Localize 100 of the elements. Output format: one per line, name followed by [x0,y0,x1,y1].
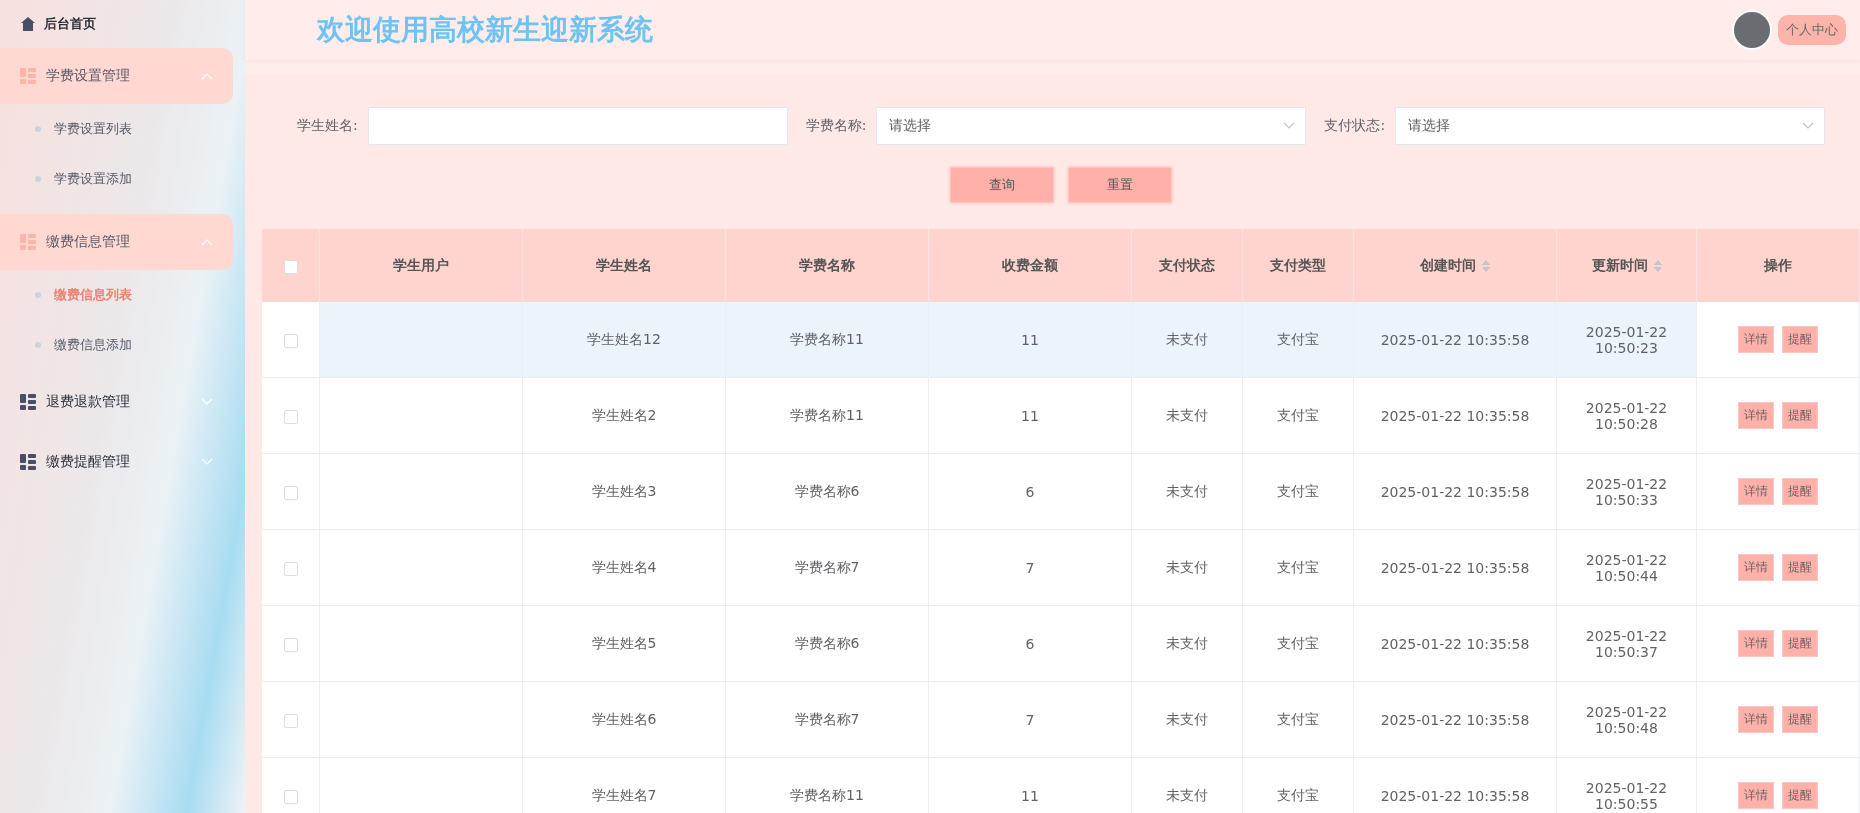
table-cell: 未支付 [1166,482,1208,499]
details-button[interactable]: 详情 [1738,402,1774,429]
search-button[interactable]: 查询 [950,167,1054,203]
reset-button[interactable]: 重置 [1068,167,1172,203]
table-cell: 学生姓名12 [587,330,661,347]
column-header: 学生姓名 [596,256,652,275]
table-cell: 2025-01-22 10:35:58 [1380,787,1530,804]
column-header: 支付状态 [1159,256,1215,275]
remind-button[interactable]: 提醒 [1782,782,1818,809]
table-cell: 支付宝 [1277,406,1319,423]
chevron-icon [201,238,213,246]
select-all-checkbox[interactable] [283,259,298,274]
table-cell: 7 [1025,711,1035,728]
grid-icon [20,394,36,410]
remind-button[interactable]: 提醒 [1782,630,1818,657]
bullet-icon [35,126,41,132]
bullet-icon [35,342,41,348]
field-label: 学费名称: [805,117,867,135]
table-row[interactable]: 学生姓名5 学费名称6 6 未支付 支付宝 2025-01-22 10:35:58 2025-01-22 10:50:37 详情 提醒 [262,605,1860,682]
home-icon [20,16,36,32]
table-row[interactable]: 学生姓名12 学费名称11 11 未支付 支付宝 2025-01-22 10:35:58 2025-01-22 10:50:23 详情 提醒 [262,302,1860,378]
profile-button[interactable]: 个人中心 [1778,15,1846,45]
submenu-item[interactable]: 学费设置添加 [54,170,132,188]
grid-icon [20,234,36,250]
table-cell: 学费名称7 [794,710,860,727]
table-cell: 学生姓名4 [591,558,657,575]
table-cell: 11 [1021,407,1039,424]
table-cell: 学生姓名6 [591,710,657,727]
table-cell: 支付宝 [1277,634,1319,651]
remind-button[interactable]: 提醒 [1782,706,1818,733]
details-button[interactable]: 详情 [1738,782,1774,809]
menu-group[interactable]: 缴费提醒管理 [0,434,233,490]
column-header[interactable]: 更新时间 [1591,256,1648,275]
table-cell: 学费名称11 [790,330,864,347]
table-cell: 未支付 [1166,406,1208,423]
column-header[interactable]: 创建时间 [1420,256,1476,275]
name-input-field[interactable] [367,107,788,145]
column-header: 学费名称 [799,256,855,275]
table-cell: 2025-01-22 10:35:58 [1380,711,1530,728]
row-checkbox[interactable] [283,789,298,804]
table-cell: 支付宝 [1277,786,1319,803]
table-cell: 2025-01-22 10:50:44 [1585,551,1668,584]
details-button[interactable]: 详情 [1738,630,1774,657]
table-cell: 学生姓名7 [591,786,657,803]
row-checkbox[interactable] [283,713,298,728]
column-header: 支付类型 [1270,256,1326,275]
details-button[interactable]: 详情 [1738,706,1774,733]
select-field[interactable]: 请选择 [1395,107,1826,145]
chevron-down-icon [1802,122,1815,130]
chevron-icon [201,398,213,406]
remind-button[interactable]: 提醒 [1782,554,1818,581]
remind-button[interactable]: 提醒 [1782,402,1818,429]
table-cell: 2025-01-22 10:50:37 [1585,627,1668,660]
table-row[interactable]: 学生姓名4 学费名称7 7 未支付 支付宝 2025-01-22 10:35:58 2025-01-22 10:50:44 详情 提醒 [262,529,1860,606]
bullet-icon [35,292,41,298]
table-row[interactable]: 学生姓名7 学费名称11 11 未支付 支付宝 2025-01-22 10:35:58 2025-01-22 10:50:55 详情 提醒 [262,757,1860,813]
sort-icon [1653,259,1662,272]
row-checkbox[interactable] [283,409,298,424]
table-row[interactable]: 学生姓名3 学费名称6 6 未支付 支付宝 2025-01-22 10:35:58 2025-01-22 10:50:33 详情 提醒 [262,453,1860,530]
submenu-item[interactable]: 缴费信息添加 [54,336,132,354]
details-button[interactable]: 详情 [1738,554,1774,581]
grid-icon [20,68,36,84]
table-cell: 2025-01-22 10:35:58 [1380,407,1530,424]
table-cell: 未支付 [1166,558,1208,575]
table-cell: 未支付 [1166,330,1208,347]
row-checkbox[interactable] [283,637,298,652]
field-label: 支付状态: [1324,117,1386,135]
row-checkbox[interactable] [283,561,298,576]
select-field[interactable]: 请选择 [876,107,1307,145]
remind-button[interactable]: 提醒 [1782,478,1818,505]
home-menu-item[interactable]: 后台首页 [0,10,245,38]
table-cell: 11 [1021,331,1039,348]
column-header: 学生用户 [393,256,449,275]
row-checkbox[interactable] [283,333,298,348]
table-cell: 6 [1025,635,1035,652]
table-cell: 2025-01-22 10:35:58 [1380,559,1530,576]
menu-group[interactable]: 学费设置管理 [0,48,233,104]
menu-group[interactable]: 缴费信息管理 [0,214,233,270]
table-cell: 学费名称11 [790,786,864,803]
page-title: 欢迎使用高校新生迎新系统 [317,12,653,48]
table-cell: 支付宝 [1277,710,1319,727]
bullet-icon [35,176,41,182]
table-cell: 学生姓名5 [591,634,657,651]
table-cell: 6 [1025,483,1035,500]
submenu-item[interactable]: 学费设置列表 [54,120,132,138]
grid-icon [20,454,36,470]
menu-group[interactable]: 退费退款管理 [0,374,233,430]
column-header: 收费金额 [1002,256,1058,275]
row-checkbox[interactable] [283,485,298,500]
table-cell: 2025-01-22 10:35:58 [1380,331,1530,348]
table-cell: 学费名称7 [794,558,860,575]
table-cell: 2025-01-22 10:50:28 [1585,399,1668,432]
details-button[interactable]: 详情 [1738,326,1774,353]
details-button[interactable]: 详情 [1738,478,1774,505]
sort-icon [1482,259,1490,272]
table-row[interactable]: 学生姓名6 学费名称7 7 未支付 支付宝 2025-01-22 10:35:58 2025-01-22 10:50:48 详情 提醒 [262,681,1860,758]
table-cell: 2025-01-22 10:35:58 [1380,635,1530,652]
table-row[interactable]: 学生姓名2 学费名称11 11 未支付 支付宝 2025-01-22 10:35:58 2025-01-22 10:50:28 详情 提醒 [262,377,1860,454]
table-cell: 11 [1021,787,1039,804]
remind-button[interactable]: 提醒 [1782,326,1818,353]
